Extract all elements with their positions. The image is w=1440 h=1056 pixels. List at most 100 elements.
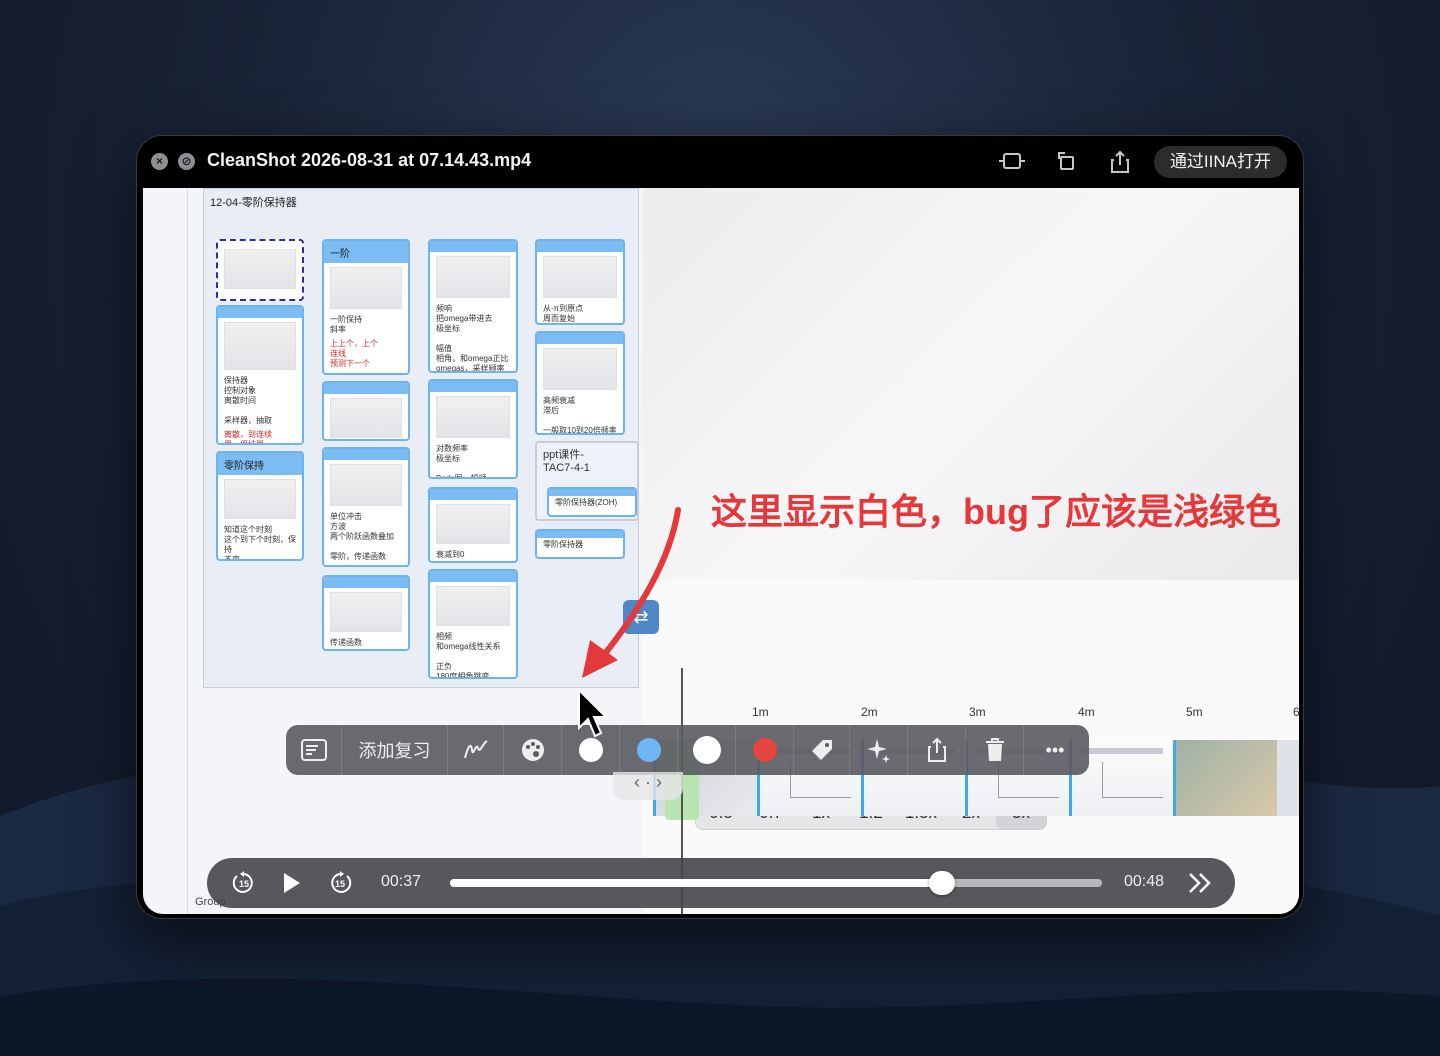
card-text: 保持器 控制对象 离散时间 采样器，抽取: [224, 376, 272, 425]
card-freq-response[interactable]: 频响 把omega带进去 极坐标 幅值 相角，和omega正比 omegas，采…: [428, 239, 518, 373]
card-header: [537, 333, 623, 344]
card-thumbnail: [330, 592, 402, 632]
sparkle-icon[interactable]: [850, 725, 908, 775]
card-header: [324, 449, 408, 460]
ruler-label: 3m: [969, 705, 986, 719]
ruler-label: 1m: [752, 705, 769, 719]
tag-icon[interactable]: [794, 725, 850, 775]
skip-forward-amount: 15: [335, 879, 345, 889]
card-text: 传递函数: [330, 638, 362, 647]
blue-dot-icon: [636, 738, 661, 762]
card-header: 一阶: [324, 241, 408, 263]
skip-back-icon[interactable]: 15: [231, 870, 257, 902]
total-time: 00:48: [1124, 873, 1165, 890]
card-phase[interactable]: 相频 和omega线性关系 正负 180度相角跳变: [428, 569, 518, 679]
card-text: 对数频率 极坐标 Bode图，幅频: [436, 444, 487, 479]
share-icon[interactable]: [1107, 150, 1133, 174]
current-time: 00:37: [381, 873, 422, 890]
card-header: [324, 383, 408, 394]
play-icon[interactable]: [281, 870, 303, 902]
card-thumbnail: [436, 504, 510, 544]
card-decay[interactable]: 衰减到0: [428, 487, 518, 563]
drag-handle-icon[interactable]: ‹ · ›: [613, 772, 683, 800]
trim-icon[interactable]: [997, 150, 1025, 174]
card-thumbnail: [330, 267, 402, 309]
ruler-label: 5m: [1186, 705, 1203, 719]
card-header: 零阶保持: [218, 453, 302, 475]
card-header: [218, 307, 302, 318]
card-text: 单位冲击 方波 两个阶跃函数叠加 零阶，传递函数: [330, 512, 394, 561]
skip-back-amount: 15: [239, 879, 249, 889]
rotate-icon[interactable]: [1053, 150, 1079, 174]
progress-knob[interactable]: [929, 871, 956, 895]
player-controls: 15 15 00:37 00:48: [207, 858, 1235, 908]
minimize-icon[interactable]: ⊘: [178, 153, 195, 170]
card-text: 相频 和omega线性关系 正负 180度相角跳变: [436, 632, 501, 679]
color-white-button-2[interactable]: [678, 725, 736, 775]
card-holder[interactable]: 保持器 控制对象 离散时间 采样器，抽取 离散，到连续 用，保持器: [216, 305, 304, 445]
trash-icon[interactable]: [966, 725, 1024, 775]
fast-forward-icon[interactable]: [1187, 870, 1213, 902]
mouse-cursor-icon: [578, 688, 609, 738]
skip-forward-icon[interactable]: 15: [327, 870, 353, 902]
card-text: 从-π到原点 周而复始: [543, 304, 584, 323]
annotation-text: 这里显示白色，bug了应该是浅绿色: [711, 491, 1281, 532]
card-thumbnail: [224, 249, 296, 289]
white-dot-icon: [692, 736, 721, 764]
color-red-button[interactable]: [736, 725, 794, 775]
export-icon[interactable]: [908, 725, 966, 775]
card-high-freq[interactable]: 高频衰减 滞后 一般取10到20倍频率: [535, 331, 625, 435]
close-icon[interactable]: ×: [151, 153, 168, 170]
open-with-iina-button[interactable]: 通过IINA打开: [1153, 146, 1287, 178]
card-thumbnail: [543, 348, 617, 390]
card-minus-pi[interactable]: 从-π到原点 周而复始: [535, 239, 625, 325]
card-thumbnail: [436, 586, 510, 626]
card-thumbnail: [436, 256, 510, 298]
card-thumbnail: [224, 322, 296, 370]
ruler-label: 4m: [1078, 705, 1095, 719]
card-bode[interactable]: 对数频率 极坐标 Bode图，幅频: [428, 379, 518, 479]
card-text: ppt课件- TAC7-4-1: [543, 449, 590, 474]
card-header: [324, 577, 408, 588]
annotation-toolbar: 添加复习 •••: [286, 725, 1089, 775]
color-blue-button[interactable]: [620, 725, 678, 775]
sidebar-divider: [187, 188, 188, 914]
card-thumbnail: [543, 256, 617, 298]
card-zoh[interactable]: 零阶保持 知道这个时刻 这个到下个时刻，保持 不变: [216, 451, 304, 561]
card-text-red: 离散，到连续 用，保持器: [224, 430, 272, 445]
card-selected[interactable]: [216, 239, 304, 301]
title-bar: × ⊘ CleanShot 2026-08-31 at 07.14.43.mp4…: [137, 136, 1303, 188]
card-thumbnail: [330, 464, 402, 506]
more-icon[interactable]: •••: [1024, 725, 1086, 775]
red-dot-icon: [752, 738, 777, 762]
panel-title: 12-04-零阶保持器: [210, 197, 297, 209]
progress-bar[interactable]: [450, 871, 1102, 895]
add-review-button[interactable]: 添加复习: [342, 725, 448, 775]
card-text: 衰减到0: [436, 550, 465, 559]
card-header: [549, 489, 635, 496]
palette-icon[interactable]: [504, 725, 562, 775]
card-thumbnail: [224, 479, 296, 519]
annotation-arrow: [582, 507, 681, 678]
card-thumbnail: [436, 396, 510, 438]
card-chart[interactable]: [322, 381, 410, 441]
card-header: [430, 571, 516, 582]
ruler-label: 2m: [861, 705, 878, 719]
card-first-order[interactable]: 一阶 一阶保持 斜率 上上个，上个 连线 预测下一个: [322, 239, 410, 375]
card-header: [430, 489, 516, 500]
film-frame: [1173, 740, 1277, 816]
card-transfer[interactable]: 传递函数: [322, 575, 410, 651]
card-text-red: 上上个，上个 连线 预测下一个: [330, 339, 378, 368]
card-impulse[interactable]: 单位冲击 方波 两个阶跃函数叠加 零阶，传递函数: [322, 447, 410, 567]
video-frame: 12-04-零阶保持器 保持器 控制对象 离散时间 采样器，抽取 离散，到连续 …: [143, 188, 1299, 914]
add-review-label: 添加复习: [358, 741, 431, 761]
card-header: [430, 241, 516, 252]
progress-fill: [450, 879, 943, 887]
card-text: 频响 把omega带进去 极坐标 幅值 相角，和omega正比 omegas，采…: [436, 304, 509, 373]
card-text: 知道这个时刻 这个到下个时刻，保持 不变: [224, 525, 296, 561]
card-text: 高频衰减 滞后 一般取10到20倍频率: [543, 396, 617, 435]
white-dot-icon: [578, 738, 603, 762]
scribble-icon[interactable]: [448, 725, 504, 775]
card-thumbnail: [330, 398, 402, 438]
note-icon[interactable]: [286, 725, 342, 775]
